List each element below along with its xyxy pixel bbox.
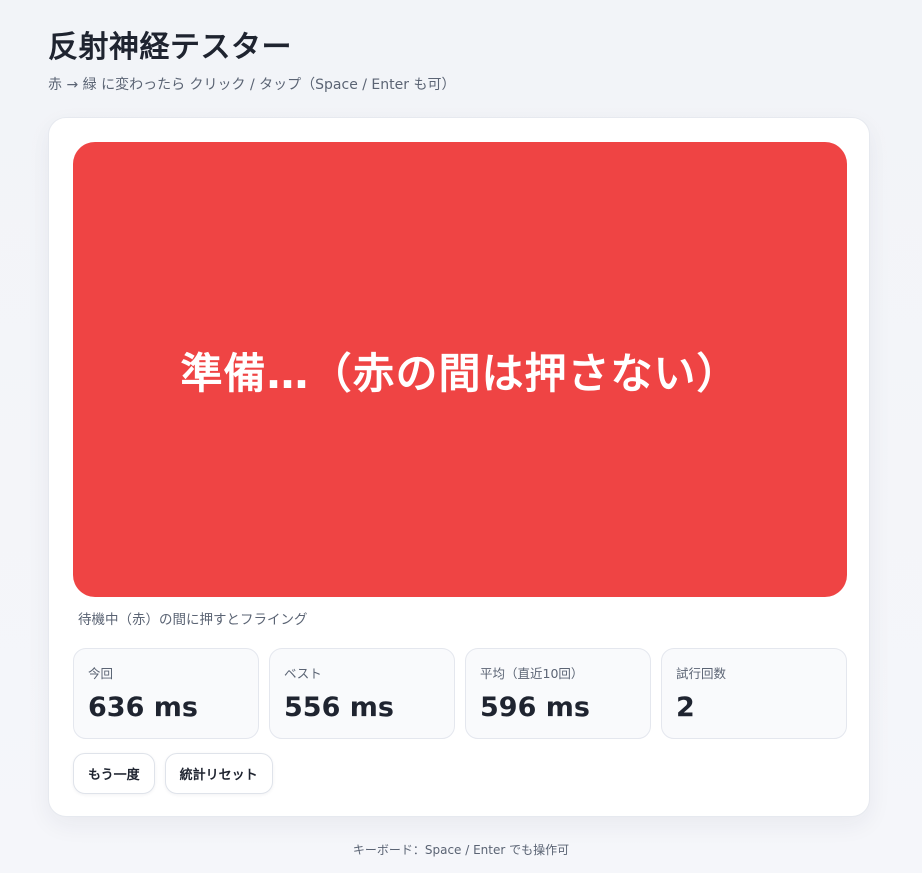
stat-average: 平均（直近10回） 596 ms (465, 648, 651, 739)
stat-best-value: 556 ms (284, 692, 394, 723)
stats-row: 今回 636 ms ベスト 556 ms 平均（直近10回） 596 ms 試行… (73, 648, 847, 739)
stat-attempts-value: 2 (676, 692, 695, 723)
reaction-stimulus-area[interactable]: 準備…（赤の間は押さない） (73, 142, 847, 597)
stat-best: ベスト 556 ms (269, 648, 455, 739)
stat-current-label: 今回 (88, 666, 114, 681)
page-subtitle: 赤 → 緑 に変わったら クリック / タップ（Space / Enter も可… (48, 77, 456, 93)
page-title: 反射神経テスター (48, 30, 292, 65)
reset-stats-button[interactable]: 統計リセット (164, 753, 273, 794)
false-start-hint: 待機中（赤）の間に押すとフライング (78, 612, 308, 628)
tester-card: 準備…（赤の間は押さない） 待機中（赤）の間に押すとフライング 今回 636 m… (48, 117, 870, 817)
stimulus-status-text: 準備…（赤の間は押さない） (180, 349, 740, 398)
keyboard-hint-footer: キーボード：Space / Enter でも操作可 (352, 843, 570, 857)
stat-average-label: 平均（直近10回） (480, 666, 584, 681)
action-buttons: もう一度 統計リセット (73, 753, 273, 794)
stat-current: 今回 636 ms (73, 648, 259, 739)
stat-best-label: ベスト (284, 666, 322, 681)
stat-average-value: 596 ms (480, 692, 590, 723)
stat-current-value: 636 ms (88, 692, 198, 723)
retry-button[interactable]: もう一度 (73, 753, 155, 794)
stat-attempts: 試行回数 2 (661, 648, 847, 739)
stat-attempts-label: 試行回数 (676, 666, 727, 681)
